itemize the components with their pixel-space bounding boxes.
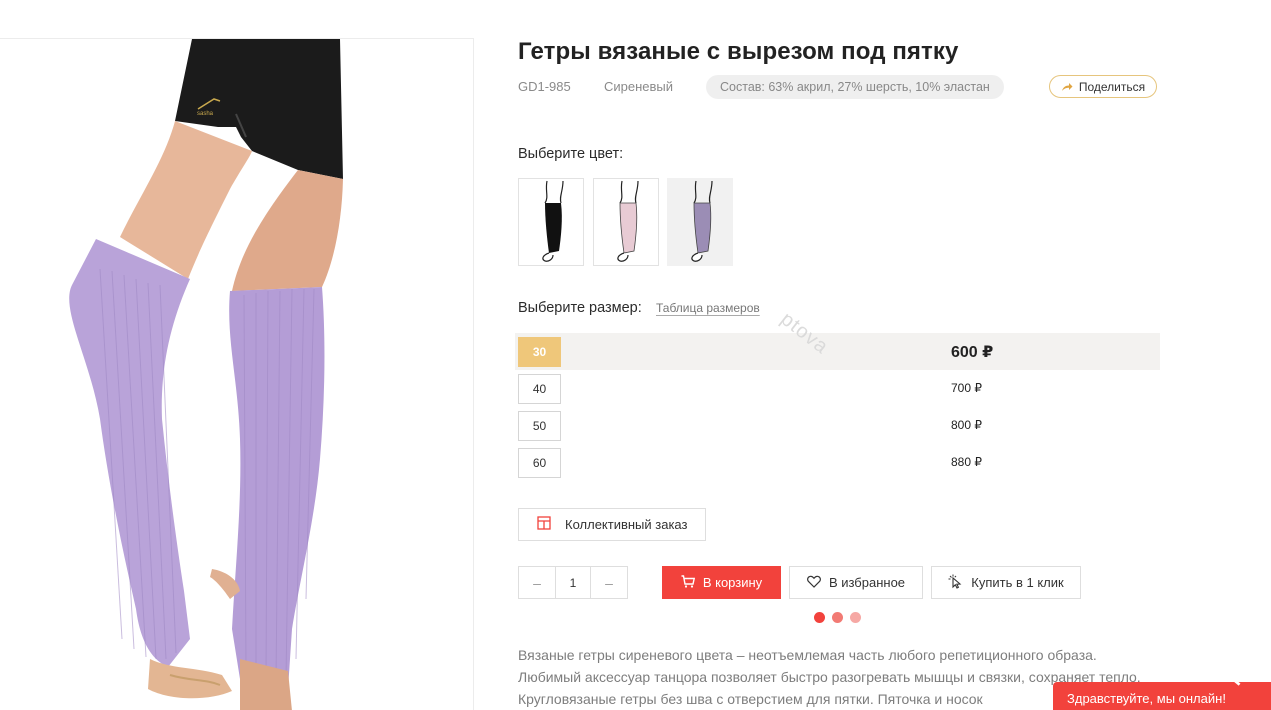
cursor-click-icon [948,574,963,592]
qty-decrease-button[interactable]: – [519,567,555,598]
size-table-link[interactable]: Таблица размеров [656,301,760,315]
size-picker-label: Выберите размер: [518,300,642,316]
share-arrow-icon [1061,81,1073,93]
size-option[interactable]: 50 [518,411,561,441]
add-to-cart-label: В корзину [702,575,763,590]
carousel-dot[interactable] [814,612,825,623]
leg-pink-icon [617,180,639,262]
add-to-favorites-button[interactable]: В избранное [789,566,923,599]
size-row[interactable]: 30 600 ₽ [515,333,1160,370]
size-row[interactable]: 60 880 ₽ [515,444,1160,481]
size-option[interactable]: 60 [518,448,561,478]
size-price: 600 ₽ [951,344,994,361]
size-row[interactable]: 50 800 ₽ [515,407,1160,444]
product-sku: GD1-985 [518,79,571,94]
color-picker-label: Выберите цвет: [518,146,624,162]
qty-value[interactable]: 1 [555,567,591,598]
product-image[interactable]: sasha [0,38,474,710]
carousel-dots [814,612,861,623]
product-photo: sasha [69,39,343,710]
cart-icon [681,574,695,591]
quantity-stepper[interactable]: – 1 – [518,566,628,599]
carousel-dot[interactable] [832,612,843,623]
leg-lilac-icon [691,180,713,262]
color-swatch-lilac[interactable] [667,178,733,266]
share-label: Поделиться [1078,79,1146,94]
size-option[interactable]: 30 [518,337,561,367]
page-title: Гетры вязаные с вырезом под пятку [518,38,959,65]
size-price: 700 ₽ [951,381,982,395]
qty-increase-button[interactable]: – [591,567,627,598]
size-row[interactable]: 40 700 ₽ [515,370,1160,407]
color-swatch-black[interactable] [518,178,584,266]
add-to-cart-button[interactable]: В корзину [662,566,781,599]
product-description: Вязаные гетры сиреневого цвета – неотъем… [518,647,1141,707]
table-grid-icon [537,516,551,533]
leg-black-icon [542,180,564,262]
favorites-label: В избранное [828,575,906,590]
collective-order-label: Коллективный заказ [565,517,688,532]
color-swatch-pink[interactable] [593,178,659,266]
share-button[interactable]: Поделиться [1049,75,1157,98]
carousel-dot[interactable] [850,612,861,623]
size-price: 880 ₽ [951,455,982,469]
product-color-name: Сиреневый [604,79,674,94]
composition-badge: Состав: 63% акрил, 27% шерсть, 10% эласт… [706,75,1004,99]
chat-label: Здравствуйте, мы онлайн! [1067,690,1226,706]
collective-order-button[interactable]: Коллективный заказ [518,508,706,541]
buy-one-click-button[interactable]: Купить в 1 клик [931,566,1081,599]
heart-icon [807,575,821,591]
size-option[interactable]: 40 [518,374,561,404]
shorts-logo: sasha [197,111,214,117]
one-click-label: Купить в 1 клик [971,575,1064,590]
size-price: 800 ₽ [951,418,982,432]
